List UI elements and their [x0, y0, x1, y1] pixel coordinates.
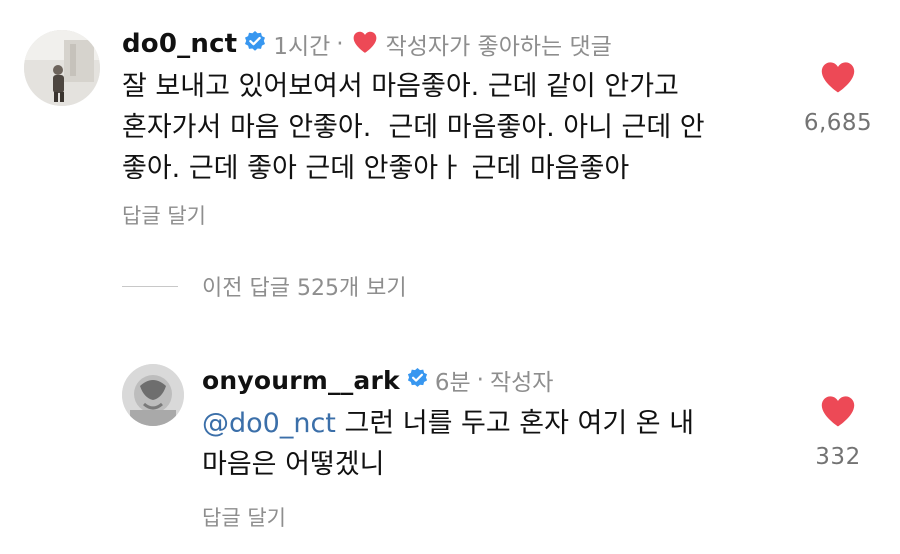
comment-text: 잘 보내고 있어보여서 마음좋아. 근데 같이 안가고 혼자가서 마음 안좋아.…: [122, 66, 705, 189]
comment-like-button[interactable]: 6,685: [796, 60, 880, 136]
view-previous-replies[interactable]: 이전 답글 525개 보기: [122, 270, 407, 302]
comment-text-line-2: 혼자가서 마음 안좋아. 근데 마음좋아. 아니 근데 안: [122, 112, 705, 143]
reply-like-button[interactable]: 332: [796, 394, 880, 470]
reply-text-line-1: @do0_nct 그런 너를 두고 혼자 여기 온 내: [202, 403, 694, 444]
author-liked-label: 작성자가 좋아하는 댓글: [385, 34, 612, 60]
reply-text: @do0_nct 그런 너를 두고 혼자 여기 온 내 마음은 어떻겠니: [202, 403, 694, 485]
comment-text-line-1: 잘 보내고 있어보여서 마음좋아. 근데 같이 안가고: [122, 71, 679, 102]
avatar-do0-nct[interactable]: [24, 30, 100, 106]
reply-header: onyourm__ark 6분 · 작성자: [202, 362, 553, 398]
comment-header: do0_nct 1시간 · 작성자가 좋아하는 댓글: [122, 26, 612, 62]
reply-username[interactable]: onyourm__ark: [202, 366, 400, 395]
author-badge: 작성자: [489, 370, 554, 396]
separator-dot: ·: [476, 367, 484, 393]
comment-username[interactable]: do0_nct: [122, 29, 237, 59]
reply-text-line-2: 마음은 어떻겠니: [202, 449, 385, 480]
heart-icon: [819, 394, 857, 432]
comment-like-count: 6,685: [803, 110, 873, 136]
comment-reply-button[interactable]: 답글 달기: [122, 200, 206, 230]
avatar-photo: [24, 30, 100, 106]
avatar-photo: [122, 364, 184, 426]
separator-dot: ·: [336, 31, 344, 57]
reply-reply-button[interactable]: 답글 달기: [202, 502, 286, 532]
replies-divider-line: [122, 285, 178, 287]
heart-icon: [819, 60, 857, 98]
reply-time: 6분: [434, 370, 471, 396]
view-replies-label[interactable]: 이전 답글 525개 보기: [202, 270, 407, 302]
reply-like-count: 332: [815, 444, 861, 470]
verified-badge-icon: [406, 367, 429, 394]
verified-badge-icon: [243, 30, 267, 58]
comment-text-line-3: 좋아. 근데 좋아 근데 안좋아ㅏ 근데 마음좋아: [122, 153, 630, 184]
reply-text-line-1-rest: 그런 너를 두고 혼자 여기 온 내: [335, 408, 695, 439]
author-liked-heart-icon: [352, 30, 378, 58]
avatar-onyourm-ark[interactable]: [122, 364, 184, 426]
mention-link[interactable]: @do0_nct: [202, 408, 336, 439]
comment-time: 1시간: [273, 34, 331, 60]
